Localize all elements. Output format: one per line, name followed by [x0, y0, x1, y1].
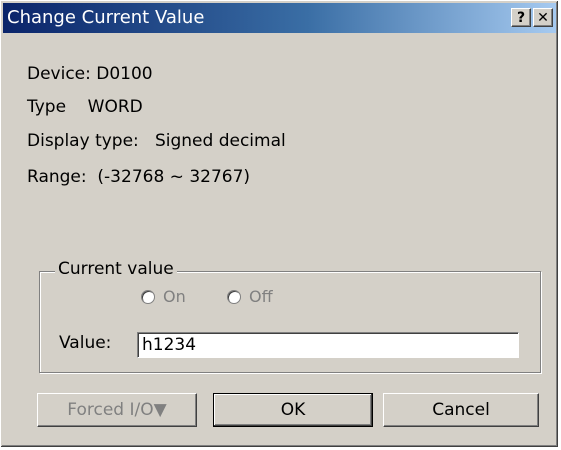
range-info: Range: (-32768 ~ 32767) — [27, 167, 251, 187]
title-bar[interactable]: Change Current Value ? ✕ — [3, 3, 556, 33]
ok-button[interactable]: OK — [213, 393, 373, 427]
off-radio[interactable]: Off — [227, 287, 273, 306]
window-title: Change Current Value — [7, 7, 205, 28]
close-button[interactable]: ✕ — [533, 8, 553, 27]
display-type-info: Display type: Signed decimal — [27, 131, 286, 151]
device-info: Device: D0100 — [27, 64, 153, 84]
forced-io-button[interactable]: Forced I/O▼ — [37, 393, 197, 427]
value-label: Value: — [59, 333, 112, 353]
radio-circle-icon — [227, 289, 241, 304]
current-value-group-label: Current value — [55, 259, 177, 279]
off-radio-label: Off — [249, 287, 273, 306]
radio-circle-icon — [141, 289, 155, 304]
type-info: Type WORD — [27, 97, 143, 117]
on-radio[interactable]: On — [141, 287, 186, 306]
cancel-button[interactable]: Cancel — [383, 393, 539, 427]
help-button[interactable]: ? — [511, 8, 531, 27]
value-field[interactable] — [137, 332, 519, 358]
on-radio-label: On — [163, 287, 186, 306]
change-current-value-dialog: Change Current Value ? ✕ Device: D0100 T… — [0, 0, 559, 448]
